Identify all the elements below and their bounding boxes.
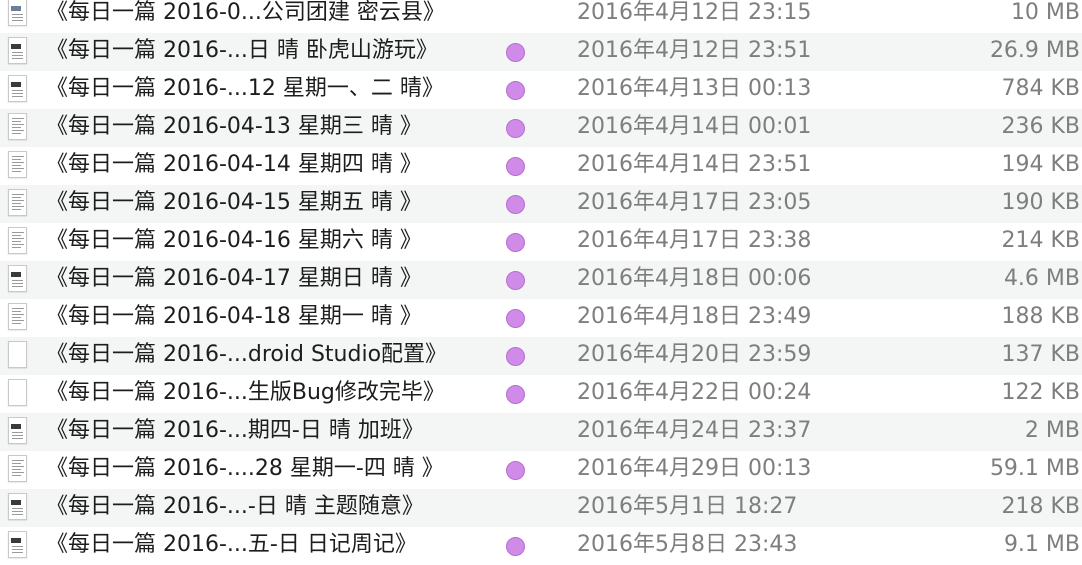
date-modified: 2016年4月18日 23:49 bbox=[577, 304, 812, 329]
file-name: 《每日一篇 2016-04-16 星期六 晴 》 bbox=[46, 228, 422, 253]
file-size: 122 KB bbox=[1001, 380, 1080, 405]
date-modified: 2016年4月20日 23:59 bbox=[577, 342, 812, 367]
date-modified: 2016年4月29日 00:13 bbox=[577, 456, 812, 481]
document-text-icon bbox=[8, 113, 27, 140]
file-row[interactable]: 《每日一篇 2016-04-15 星期五 晴 》 2016年4月17日 23:05… bbox=[0, 185, 1082, 223]
file-row[interactable]: 《每日一篇 2016-04-17 星期日 晴 》 2016年4月18日 00:06… bbox=[0, 261, 1082, 299]
file-size: 190 KB bbox=[1001, 190, 1080, 215]
file-row[interactable]: 《每日一篇 2016-...生版Bug修改完毕》 2016年4月22日 00:24… bbox=[0, 375, 1082, 413]
file-size: 214 KB bbox=[1001, 228, 1080, 253]
date-modified: 2016年4月14日 23:51 bbox=[577, 152, 812, 177]
file-size: 9.1 MB bbox=[1003, 532, 1080, 557]
file-row[interactable]: 《每日一篇 2016-...12 星期一、二 晴》 2016年4月13日 00:1… bbox=[0, 71, 1082, 109]
purple-tag-icon bbox=[506, 461, 525, 480]
file-name: 《每日一篇 2016-...期四-日 晴 加班》 bbox=[46, 418, 424, 443]
date-modified: 2016年5月1日 18:27 bbox=[577, 494, 798, 519]
file-size: 218 KB bbox=[1001, 494, 1080, 519]
date-modified: 2016年4月18日 00:06 bbox=[577, 266, 812, 291]
date-modified: 2016年5月8日 23:43 bbox=[577, 532, 798, 557]
file-name: 《每日一篇 2016-...-日 晴 主题随意》 bbox=[46, 494, 424, 519]
document-text-icon bbox=[8, 227, 27, 254]
document-image-icon bbox=[8, 265, 27, 292]
file-row[interactable]: 《每日一篇 2016-...期四-日 晴 加班》 2016年4月24日 23:37… bbox=[0, 413, 1082, 451]
document-image-icon bbox=[8, 417, 27, 444]
purple-tag-icon bbox=[506, 233, 525, 252]
file-size: 4.6 MB bbox=[1003, 266, 1080, 291]
date-modified: 2016年4月12日 23:15 bbox=[577, 0, 812, 25]
file-row[interactable]: 《每日一篇 2016-....28 星期一-四 晴 》 2016年4月29日 00… bbox=[0, 451, 1082, 489]
file-size: 784 KB bbox=[1001, 76, 1080, 101]
file-row[interactable]: 《每日一篇 2016-04-13 星期三 晴 》 2016年4月14日 00:01… bbox=[0, 109, 1082, 147]
file-name: 《每日一篇 2016-...droid Studio配置》 bbox=[46, 342, 448, 367]
date-modified: 2016年4月14日 00:01 bbox=[577, 114, 812, 139]
document-text-icon bbox=[8, 151, 27, 178]
purple-tag-icon bbox=[506, 271, 525, 290]
file-size: 236 KB bbox=[1001, 114, 1080, 139]
document-image-icon bbox=[8, 75, 27, 102]
file-size: 137 KB bbox=[1001, 342, 1080, 367]
file-name: 《每日一篇 2016-...日 晴 卧虎山游玩》 bbox=[46, 38, 438, 63]
file-name: 《每日一篇 2016-....28 星期一-四 晴 》 bbox=[46, 456, 444, 481]
file-name: 《每日一篇 2016-04-13 星期三 晴 》 bbox=[46, 114, 422, 139]
file-name: 《每日一篇 2016-0...公司团建 密云县》 bbox=[46, 0, 445, 25]
file-name: 《每日一篇 2016-...生版Bug修改完毕》 bbox=[46, 380, 445, 405]
document-text-icon bbox=[8, 303, 27, 330]
purple-tag-icon bbox=[506, 43, 525, 62]
file-row[interactable]: 《每日一篇 2016-...droid Studio配置》 2016年4月20日 … bbox=[0, 337, 1082, 375]
purple-tag-icon bbox=[506, 385, 525, 404]
file-row[interactable]: 《每日一篇 2016-0...公司团建 密云县》 2016年4月12日 23:15… bbox=[0, 0, 1082, 33]
document-text-icon bbox=[8, 189, 27, 216]
date-modified: 2016年4月17日 23:05 bbox=[577, 190, 812, 215]
document-image-icon bbox=[8, 493, 27, 520]
file-name: 《每日一篇 2016-04-17 星期日 晴 》 bbox=[46, 266, 422, 291]
date-modified: 2016年4月24日 23:37 bbox=[577, 418, 812, 443]
file-row[interactable]: 《每日一篇 2016-04-14 星期四 晴 》 2016年4月14日 23:51… bbox=[0, 147, 1082, 185]
file-row[interactable]: 《每日一篇 2016-...-日 晴 主题随意》 2016年5月1日 18:27 2… bbox=[0, 489, 1082, 527]
file-size: 26.9 MB bbox=[989, 38, 1080, 63]
file-name: 《每日一篇 2016-04-18 星期一 晴 》 bbox=[46, 304, 422, 329]
file-row[interactable]: 《每日一篇 2016-...五-日 日记周记》 2016年5月8日 23:43 9.… bbox=[0, 527, 1082, 565]
file-name: 《每日一篇 2016-...五-日 日记周记》 bbox=[46, 532, 417, 557]
file-size: 59.1 MB bbox=[989, 456, 1080, 481]
file-row[interactable]: 《每日一篇 2016-...日 晴 卧虎山游玩》 2016年4月12日 23:51… bbox=[0, 33, 1082, 71]
file-size: 10 MB bbox=[1010, 0, 1080, 25]
purple-tag-icon bbox=[506, 157, 525, 176]
file-size: 2 MB bbox=[1024, 418, 1080, 443]
file-name: 《每日一篇 2016-...12 星期一、二 晴》 bbox=[46, 76, 444, 101]
file-name: 《每日一篇 2016-04-14 星期四 晴 》 bbox=[46, 152, 422, 177]
purple-tag-icon bbox=[506, 309, 525, 328]
document-text-icon bbox=[8, 455, 27, 482]
file-size: 188 KB bbox=[1001, 304, 1080, 329]
date-modified: 2016年4月12日 23:51 bbox=[577, 38, 812, 63]
date-modified: 2016年4月22日 00:24 bbox=[577, 380, 812, 405]
document-image-icon bbox=[8, 0, 27, 26]
file-name: 《每日一篇 2016-04-15 星期五 晴 》 bbox=[46, 190, 422, 215]
purple-tag-icon bbox=[506, 347, 525, 366]
document-blank-icon bbox=[8, 379, 27, 406]
purple-tag-icon bbox=[506, 119, 525, 138]
file-list: 《每日一篇 2016-0...公司团建 密云县》 2016年4月12日 23:15… bbox=[0, 0, 1082, 565]
file-size: 194 KB bbox=[1001, 152, 1080, 177]
date-modified: 2016年4月17日 23:38 bbox=[577, 228, 812, 253]
document-blank-icon bbox=[8, 341, 27, 368]
file-row[interactable]: 《每日一篇 2016-04-16 星期六 晴 》 2016年4月17日 23:38… bbox=[0, 223, 1082, 261]
purple-tag-icon bbox=[506, 195, 525, 214]
purple-tag-icon bbox=[506, 81, 525, 100]
document-image-icon bbox=[8, 37, 27, 64]
file-row[interactable]: 《每日一篇 2016-04-18 星期一 晴 》 2016年4月18日 23:49… bbox=[0, 299, 1082, 337]
purple-tag-icon bbox=[506, 537, 525, 556]
document-image-icon bbox=[8, 531, 27, 558]
date-modified: 2016年4月13日 00:13 bbox=[577, 76, 812, 101]
